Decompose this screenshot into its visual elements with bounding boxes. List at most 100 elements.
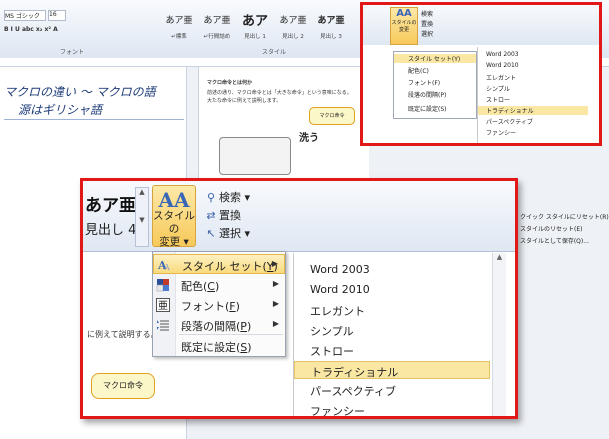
small-menu-spacing[interactable]: 段落の間隔(P): [408, 90, 446, 99]
small-set-item-highlighted[interactable]: トラディショナル: [478, 106, 588, 115]
small-menu: スタイル セット(Y) 配色(C) フォント(F) 段落の間隔(P) 既定に設定…: [393, 51, 477, 119]
menu-item-colors[interactable]: 配色(C) ▶: [153, 275, 285, 295]
change-style-label-line2: 変更 ▾: [159, 236, 189, 248]
doc-text-fragment: に例えて説明する。: [87, 330, 159, 339]
style-sample: あア亜: [203, 16, 231, 26]
submenu-arrow-icon: ▶: [272, 319, 279, 328]
small-menu-style-set[interactable]: スタイル セット(Y): [394, 54, 476, 63]
bg-footer-reset-quick[interactable]: クイック スタイルにリセット(R): [520, 212, 609, 221]
menu-item-fonts[interactable]: 亜 フォント(F) ▶: [153, 295, 285, 315]
change-style-menu: AA スタイル セット(Y) ▶ 配色(C) ▶ 亜 フォント(F) ▶ 段落の…: [152, 251, 286, 357]
small-set-item[interactable]: パースペクティブ: [486, 117, 533, 126]
small-menu-fonts[interactable]: フォント(F): [408, 78, 440, 87]
style-sample: あア: [241, 14, 268, 29]
macro-callout: マクロ命令: [91, 373, 155, 399]
style-sample: あア亜: [317, 16, 345, 26]
style-label: ↵標準: [171, 34, 187, 40]
style-sample: あア亜: [279, 16, 307, 26]
doc-heading-line1: マクロの違い ～ マクロの語: [4, 85, 156, 99]
find-button[interactable]: ⚲ 検索 ▾: [205, 189, 250, 205]
menu-item-colors-label: 配色(C): [181, 280, 220, 293]
scroll-up-icon[interactable]: ▲: [493, 253, 506, 261]
style-set-list: Word 2003 Word 2010 エレガント シンプル ストロー トラディ…: [293, 253, 506, 416]
scroll-up-icon[interactable]: ▲: [136, 188, 148, 196]
change-style-label-line2-text: 変更: [159, 236, 181, 248]
color-scheme-icon: [156, 279, 169, 292]
style-set-item[interactable]: Word 2010: [294, 281, 490, 299]
replace-label: 置換: [219, 209, 241, 222]
style-group-label: スタイル: [262, 49, 287, 56]
right-page-body2: 大たな命令に例えて説明します。: [207, 98, 282, 104]
font-icon: 亜: [156, 298, 170, 312]
right-page-title: マクロ命令とは何か: [207, 80, 253, 86]
menu-item-style-set[interactable]: AA スタイル セット(Y) ▶: [153, 254, 285, 274]
style-no-spacing[interactable]: あア亜 ↵行間詰め: [198, 6, 236, 44]
style-set-item[interactable]: パースペクティブ: [294, 381, 490, 399]
replace-icon: ⇄: [206, 209, 216, 222]
small-set-item[interactable]: Word 2003: [486, 51, 519, 58]
svg-text:A: A: [163, 263, 170, 272]
cursor-icon: ↖: [206, 227, 216, 240]
style-heading-2[interactable]: あア亜見出し 2: [274, 6, 312, 44]
menu-item-fonts-label: フォント(F): [181, 300, 240, 313]
small-set-item[interactable]: ストロー: [486, 95, 510, 104]
small-set-item[interactable]: エレガント: [486, 73, 516, 82]
style-label: ↵行間詰め: [203, 34, 231, 40]
binoculars-icon: ⚲: [206, 191, 216, 204]
select-button[interactable]: ↖ 選択 ▾: [205, 225, 250, 241]
style-set-item[interactable]: ストロー: [294, 341, 490, 359]
style-set-item[interactable]: Word 2003: [294, 261, 490, 279]
submenu-arrow-icon: ▶: [271, 259, 278, 268]
doc-heading-line2: 源はギリシャ語: [18, 103, 103, 117]
bg-footer-reset[interactable]: スタイルのリセット(E): [520, 224, 582, 233]
small-find[interactable]: 検索: [421, 9, 433, 18]
small-set-item[interactable]: シンプル: [486, 84, 510, 93]
font-size-value: 16: [49, 11, 57, 18]
style-gallery-scroll[interactable]: ▲ ▼: [135, 187, 149, 247]
scroll-down-icon[interactable]: ▼: [136, 216, 148, 224]
style-heading-3[interactable]: あア亜見出し 3: [312, 6, 350, 44]
menu-separator: [179, 334, 283, 335]
style-set-label: トラディショナル: [311, 366, 399, 379]
submenu-arrow-icon: ▶: [272, 299, 279, 308]
font-size-box[interactable]: 16: [48, 10, 66, 21]
washing-machine-illustration: [219, 137, 291, 175]
style-label: 見出し 2: [282, 34, 304, 40]
style-aa-icon: AA: [396, 8, 412, 19]
heading-rule: [4, 119, 184, 120]
small-menu-colors[interactable]: 配色(C): [408, 66, 429, 75]
style-set-label: パースペクティブ: [310, 385, 397, 398]
menu-item-paragraph-spacing[interactable]: 段落の間隔(P) ▶: [153, 315, 285, 335]
format-buttons-row[interactable]: B I U abc x₂ x² A: [4, 26, 58, 33]
small-change-style-button[interactable]: AA スタイルの変更: [390, 7, 418, 45]
small-menu-default[interactable]: 既定に設定(S): [408, 104, 447, 113]
style-set-item[interactable]: エレガント: [294, 301, 490, 319]
font-name-box[interactable]: MS ゴシック: [4, 10, 46, 21]
style-set-item[interactable]: ファンシー: [294, 401, 490, 416]
select-label: 選択: [219, 227, 241, 240]
small-set-item[interactable]: Word 2010: [486, 62, 519, 69]
change-style-label-line1: スタイルの: [153, 210, 195, 235]
menu-item-paragraph-spacing-label: 段落の間隔(P): [181, 320, 252, 333]
style-set-item-highlighted[interactable]: トラディショナル: [294, 361, 490, 379]
style-set-label: ストロー: [310, 345, 354, 358]
small-select[interactable]: 選択: [421, 29, 433, 38]
small-replace[interactable]: 置換: [421, 19, 433, 28]
small-change-style-label: スタイルの変更: [391, 20, 417, 33]
style-set-item[interactable]: シンプル: [294, 321, 490, 339]
style-normal[interactable]: あア亜 ↵標準: [160, 6, 198, 44]
style-label: 見出し 3: [320, 34, 342, 40]
style-sample: あア亜: [165, 16, 193, 26]
style-set-label: Word 2003: [310, 263, 370, 276]
bg-footer-save[interactable]: スタイルとして保存(Q)...: [520, 236, 589, 245]
menu-item-set-as-default-label: 既定に設定(S): [181, 341, 252, 354]
small-set-item[interactable]: ファンシー: [486, 128, 516, 137]
replace-button[interactable]: ⇄ 置換: [205, 207, 241, 223]
change-style-button[interactable]: AA スタイルの 変更 ▾: [152, 185, 196, 248]
zoom-callout: あア亜 見出し 4 ▲ ▼ AA スタイルの 変更 ▾ ⚲ 検索 ▾ ⇄ 置換 ↖ 選…: [80, 178, 518, 419]
style-set-scrollbar[interactable]: ▲: [492, 253, 506, 416]
style-set-label: エレガント: [310, 305, 365, 318]
style-heading-1[interactable]: あア 見出し 1: [236, 6, 274, 44]
menu-item-set-as-default[interactable]: 既定に設定(S): [153, 336, 285, 356]
heading4-style-sample[interactable]: あア亜: [85, 191, 136, 216]
